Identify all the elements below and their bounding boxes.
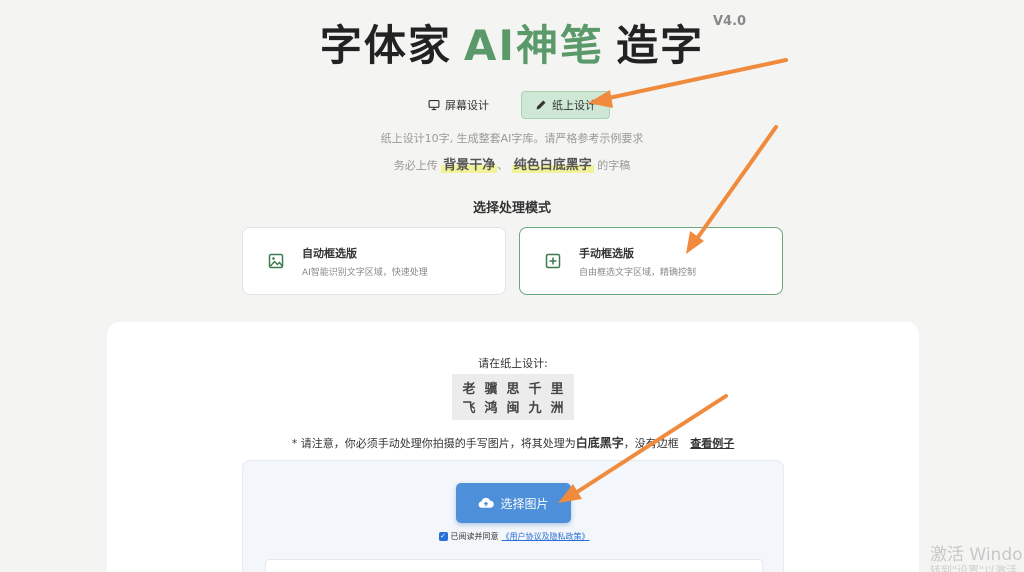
mode-card-manual-desc: 自由框选文字区域，精确控制 bbox=[579, 267, 697, 278]
sample-char: 骥 bbox=[484, 382, 498, 397]
sample-char: 洲 bbox=[550, 401, 564, 416]
sample-characters: 老 骥 思 千 里 飞 鸿 闽 九 洲 bbox=[452, 374, 574, 420]
title-part2: 造字 bbox=[616, 21, 705, 70]
tab-screen-design-label: 屏幕设计 bbox=[445, 99, 489, 112]
hint-sep: 、 bbox=[497, 159, 509, 172]
design-mode-tabs: 屏幕设计 纸上设计 bbox=[0, 91, 1024, 119]
highlight-clean-background: 背景干净 bbox=[441, 158, 498, 173]
view-example-link[interactable]: 查看例子 bbox=[690, 437, 734, 450]
sample-char: 千 bbox=[528, 382, 542, 397]
app-title: 字体家 AI神笔 造字 V4.0 bbox=[319, 12, 746, 73]
mode-card-auto-title: 自动框选版 bbox=[302, 246, 357, 260]
processing-mode-title: 选择处理模式 bbox=[472, 201, 551, 216]
highlight-black-on-white: 纯色白底黑字 bbox=[511, 158, 594, 173]
agree-text: 已阅读并同意 bbox=[450, 532, 499, 541]
tab-paper-design-label: 纸上设计 bbox=[552, 99, 596, 112]
choose-image-label: 选择图片 bbox=[500, 496, 549, 511]
agreement-row: ✓ 已阅读并同意 《用户协议及隐私政策》 bbox=[243, 531, 785, 542]
sample-char: 九 bbox=[528, 401, 542, 416]
sample-char: 思 bbox=[506, 382, 520, 397]
hint-line-1: 纸上设计10字, 生成整套AI字库。请严格参考示例要求 bbox=[380, 132, 644, 145]
note-suffix: ，没有边框 bbox=[623, 437, 679, 450]
tab-screen-design[interactable]: 屏幕设计 bbox=[414, 91, 503, 119]
header: 字体家 AI神笔 造字 V4.0 bbox=[0, 12, 1024, 73]
mode-card-manual[interactable]: 手动框选版 自由框选文字区域，精确控制 bbox=[519, 227, 783, 295]
preview-box bbox=[265, 559, 763, 572]
sample-char: 鸿 bbox=[484, 401, 498, 416]
version-badge: V4.0 bbox=[712, 14, 747, 29]
note-bold: 白底黑字 bbox=[575, 436, 624, 450]
tab-paper-design[interactable]: 纸上设计 bbox=[521, 91, 610, 119]
title-ai: AI神笔 bbox=[463, 21, 605, 70]
mode-card-manual-title: 手动框选版 bbox=[579, 246, 634, 260]
design-panel: 请在纸上设计: 老 骥 思 千 里 飞 鸿 闽 九 洲 * 请注意，你必须手动处… bbox=[107, 322, 919, 572]
pencil-icon bbox=[536, 100, 546, 110]
panel-label: 请在纸上设计: bbox=[478, 357, 548, 370]
mode-card-auto[interactable]: 自动框选版 AI智能识别文字区域，快速处理 bbox=[242, 227, 506, 295]
hint-line-2: 务必上传 背景干净、 纯色白底黑字 的字稿 bbox=[0, 154, 1024, 173]
note-prefix: * 请注意，你必须手动处理你拍摄的手写图片，将其处理为 bbox=[291, 437, 576, 450]
mode-card-auto-desc: AI智能识别文字区域，快速处理 bbox=[302, 267, 428, 278]
plus-square-icon bbox=[545, 253, 561, 269]
monitor-icon bbox=[428, 99, 440, 111]
upload-area[interactable]: 选择图片 ✓ 已阅读并同意 《用户协议及隐私政策》 bbox=[242, 460, 784, 572]
hint-suffix: 的字稿 bbox=[597, 159, 631, 172]
sample-char: 老 bbox=[462, 382, 476, 397]
processing-note: * 请注意，你必须手动处理你拍摄的手写图片，将其处理为白底黑字，没有边框 查看例… bbox=[107, 434, 919, 451]
cloud-upload-icon bbox=[479, 497, 495, 508]
os-activation-watermark-sub: 转到"设置"以激活 bbox=[930, 564, 1018, 572]
title-part1: 字体家 bbox=[319, 21, 452, 70]
agree-checkbox[interactable]: ✓ bbox=[438, 532, 448, 541]
sample-char: 闽 bbox=[506, 401, 520, 416]
sample-char: 飞 bbox=[462, 401, 476, 416]
sample-char: 里 bbox=[550, 382, 564, 397]
choose-image-button[interactable]: 选择图片 bbox=[456, 483, 571, 523]
image-icon bbox=[268, 253, 284, 269]
hint-prefix: 务必上传 bbox=[393, 159, 438, 172]
policy-link[interactable]: 《用户协议及隐私政策》 bbox=[502, 531, 590, 542]
